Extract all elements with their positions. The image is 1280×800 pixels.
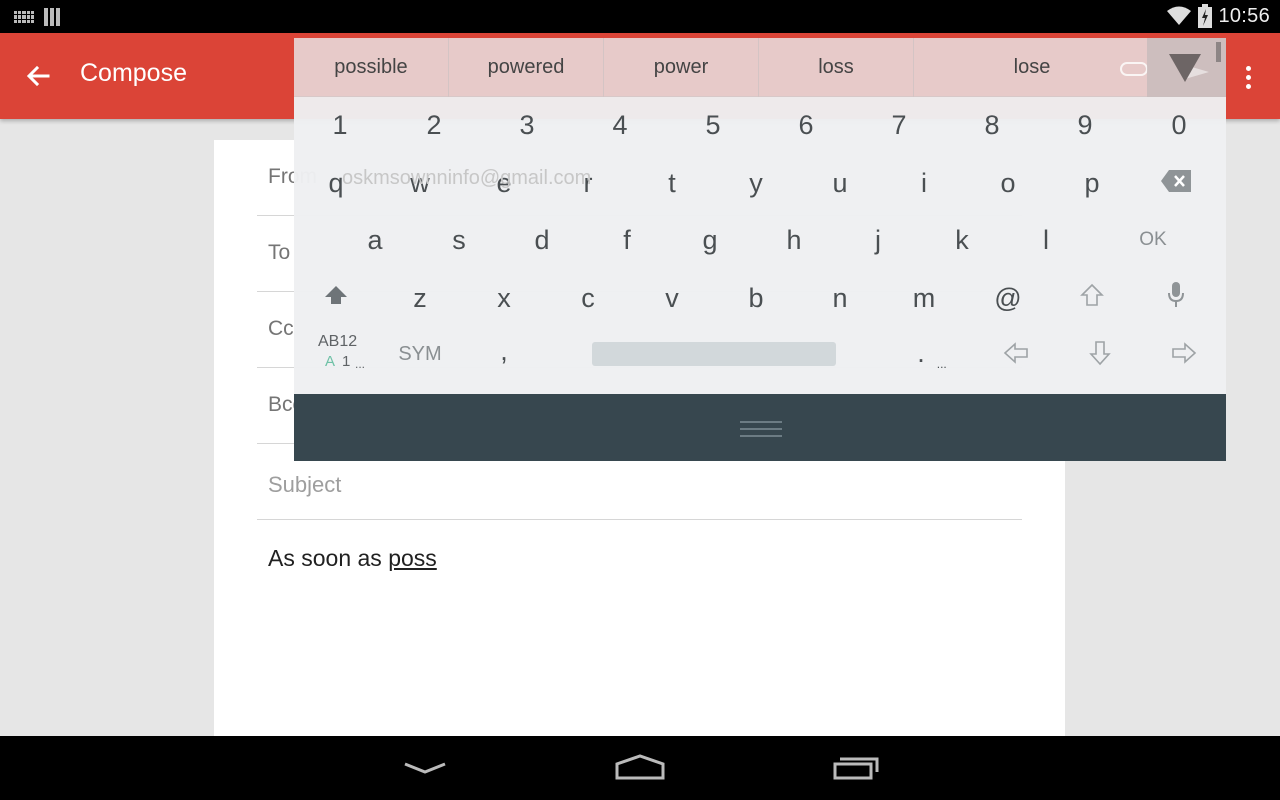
to-label: To [268, 241, 291, 264]
android-screen: 10:56 Compose From To Cc Bcc Subject As … [0, 0, 1280, 800]
mode-label-a: A [325, 353, 336, 370]
mode-switch-key[interactable]: AB12 A 1 ... [308, 333, 368, 383]
keyboard-notification-icon [14, 11, 34, 23]
key-z[interactable]: z [380, 272, 460, 324]
key-8[interactable]: 8 [952, 99, 1032, 151]
keys-area: 1 2 3 4 5 6 7 8 9 0 q w e r t y u i o p [294, 97, 1226, 394]
cc-label: Cc [268, 317, 294, 340]
key-l[interactable]: l [1006, 214, 1086, 266]
key-0[interactable]: 0 [1139, 99, 1219, 151]
arrow-right-outline-icon [1172, 342, 1197, 364]
key-c[interactable]: c [548, 272, 628, 324]
key-u[interactable]: u [800, 157, 880, 209]
backspace-icon [1161, 170, 1191, 192]
mode-label-1: 1 [342, 353, 351, 370]
scrollbar[interactable] [1216, 42, 1221, 62]
key-v[interactable]: v [632, 272, 712, 324]
status-bar: 10:56 [0, 0, 1280, 33]
space-key[interactable] [592, 342, 836, 366]
clock: 10:56 [1218, 4, 1270, 27]
microphone-icon [1168, 282, 1184, 307]
key-5[interactable]: 5 [673, 99, 753, 151]
key-1[interactable]: 1 [300, 99, 380, 151]
shift-filled-icon [325, 286, 347, 304]
barcode-notification-icon [44, 8, 60, 26]
triangle-down-icon [1169, 54, 1201, 82]
navigation-bar [0, 736, 1280, 800]
shift-outline-key[interactable] [1052, 269, 1132, 321]
nav-home-icon[interactable] [612, 752, 668, 788]
arrow-left-outline-icon [1003, 342, 1028, 364]
key-2[interactable]: 2 [394, 99, 474, 151]
battery-charging-icon [1198, 4, 1213, 28]
nav-recents-icon[interactable] [830, 752, 886, 788]
mode-label-more: ... [355, 357, 366, 371]
key-i[interactable]: i [884, 157, 964, 209]
suggestion[interactable]: powered [449, 38, 604, 97]
from-value: oskmsownninfo@gmail.com [342, 167, 592, 189]
key-at[interactable]: @ [968, 272, 1048, 324]
collapse-keyboard-button[interactable] [1147, 38, 1226, 97]
cursor-right-key[interactable] [1144, 327, 1224, 379]
arrow-left-icon[interactable] [22, 60, 54, 92]
period-key[interactable]: . ... [892, 327, 972, 379]
paperclip-icon [1120, 62, 1148, 76]
key-k[interactable]: k [922, 214, 1002, 266]
key-b[interactable]: b [716, 272, 796, 324]
wifi-icon [1167, 6, 1192, 25]
key-m[interactable]: m [884, 272, 964, 324]
suggestion[interactable]: lose [914, 38, 1150, 97]
period-label: . [917, 337, 925, 368]
body-text: As soon as [268, 545, 389, 571]
more-vertical-icon[interactable] [1236, 62, 1260, 92]
key-g[interactable]: g [670, 214, 750, 266]
period-more: ... [936, 357, 947, 371]
key-4[interactable]: 4 [580, 99, 660, 151]
shift-outline-icon [1080, 283, 1104, 306]
key-x[interactable]: x [464, 272, 544, 324]
body-input[interactable]: As soon as poss [268, 545, 437, 572]
key-y[interactable]: y [716, 157, 796, 209]
mode-label: AB12 [318, 333, 358, 350]
cursor-down-key[interactable] [1060, 327, 1140, 379]
drag-handle-icon[interactable] [740, 421, 782, 437]
key-j[interactable]: j [838, 214, 918, 266]
suggestion-strip: possible powered power loss lose [294, 38, 1226, 97]
shift-key[interactable] [296, 269, 376, 321]
backspace-key[interactable] [1136, 155, 1216, 207]
page-title: Compose [80, 59, 187, 87]
cursor-left-key[interactable] [976, 327, 1056, 379]
microphone-key[interactable] [1136, 269, 1216, 321]
key-h[interactable]: h [754, 214, 834, 266]
key-o[interactable]: o [968, 157, 1048, 209]
suggestion[interactable]: power [604, 38, 759, 97]
key-6[interactable]: 6 [766, 99, 846, 151]
arrow-down-outline-icon [1089, 341, 1111, 366]
suggestion[interactable]: possible [294, 38, 449, 97]
comma-key[interactable]: , [464, 325, 544, 377]
keyboard-handle-bar[interactable] [294, 394, 1226, 461]
key-f[interactable]: f [587, 214, 667, 266]
suggestion[interactable]: loss [759, 38, 914, 97]
key-n[interactable]: n [800, 272, 880, 324]
key-7[interactable]: 7 [859, 99, 939, 151]
composing-word: poss [388, 545, 437, 571]
key-t[interactable]: t [632, 157, 712, 209]
nav-back-chevron-icon[interactable] [397, 752, 453, 788]
soft-keyboard: possible powered power loss lose 1 2 3 4… [294, 38, 1226, 461]
key-9[interactable]: 9 [1045, 99, 1125, 151]
key-3[interactable]: 3 [487, 99, 567, 151]
key-a[interactable]: a [335, 214, 415, 266]
key-s[interactable]: s [419, 214, 499, 266]
subject-input[interactable]: Subject [268, 472, 341, 498]
sym-key[interactable]: SYM [380, 328, 460, 380]
key-d[interactable]: d [502, 214, 582, 266]
key-p[interactable]: p [1052, 157, 1132, 209]
ok-key[interactable]: OK [1113, 214, 1193, 266]
